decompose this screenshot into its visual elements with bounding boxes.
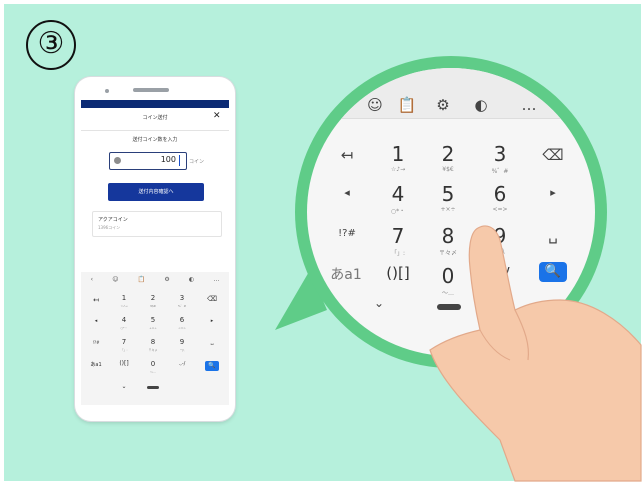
pointing-hand (429, 225, 642, 482)
illustration-stage: ③ コイン送付 ✕ 送付コイン数を入力 100 コイン 送付内容確認へ アクアコ… (0, 0, 643, 485)
